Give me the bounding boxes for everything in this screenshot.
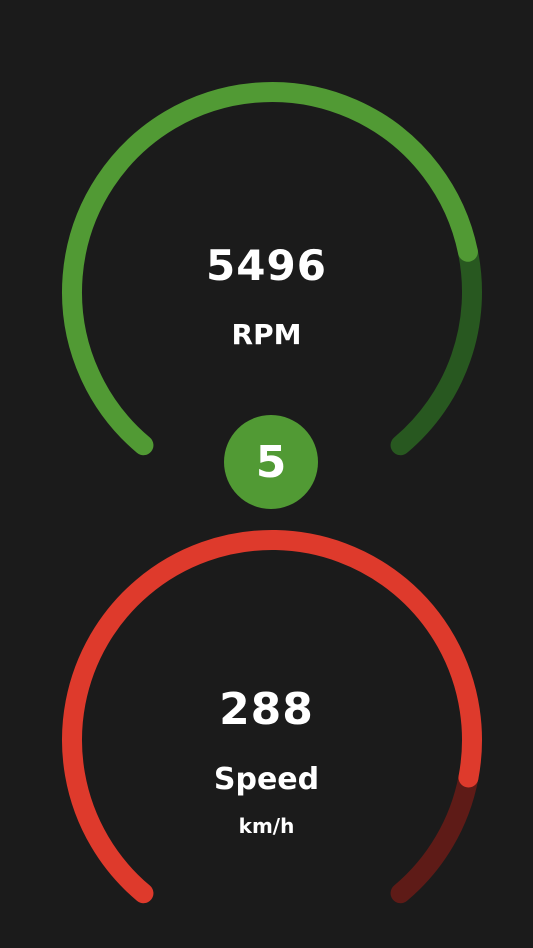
- dashboard-screen: 5496 RPM 5 288 Speed km/h: [0, 0, 533, 948]
- gear-indicator: 5: [224, 415, 318, 509]
- gear-value: 5: [255, 436, 287, 488]
- speed-label: Speed: [213, 762, 320, 797]
- rpm-value: 5496: [206, 241, 327, 290]
- rpm-label: RPM: [231, 318, 302, 351]
- speed-unit: km/h: [238, 814, 295, 838]
- speed-value: 288: [219, 684, 314, 735]
